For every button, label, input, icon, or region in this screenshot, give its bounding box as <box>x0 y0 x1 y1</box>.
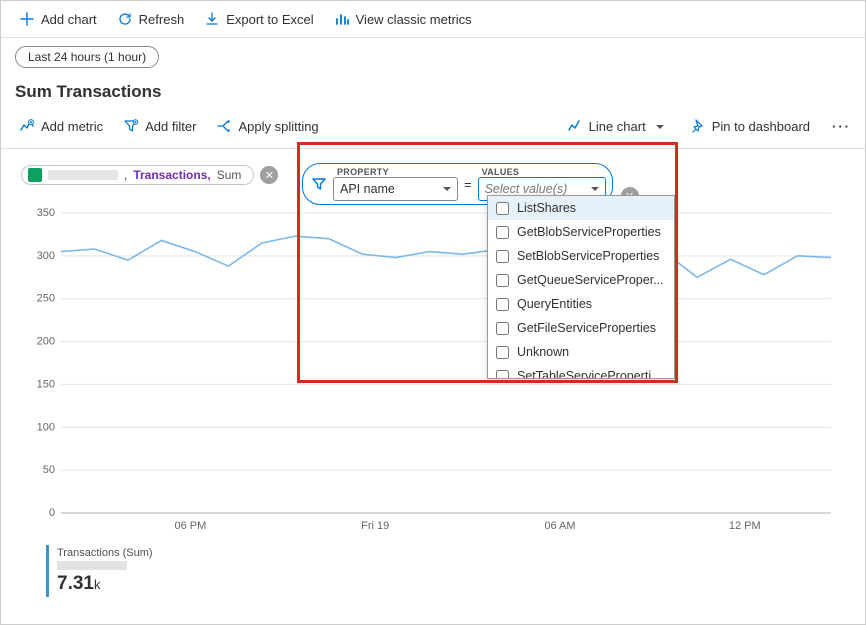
refresh-icon <box>117 11 133 27</box>
svg-text:200: 200 <box>37 336 55 348</box>
checkbox[interactable] <box>496 298 509 311</box>
chart-region: , Transactions, Sum ✕ 0 50 100 150 200 250 300… <box>1 149 865 607</box>
values-option[interactable]: SetBlobServiceProperties <box>488 244 674 268</box>
svg-text:350: 350 <box>37 207 55 219</box>
resource-icon <box>28 168 42 182</box>
page-title: Sum Transactions <box>1 76 865 110</box>
svg-text:12 PM: 12 PM <box>729 520 761 532</box>
apply-splitting-button[interactable]: Apply splitting <box>208 114 326 138</box>
funnel-icon <box>311 176 327 192</box>
values-option-label: QueryEntities <box>517 297 592 311</box>
time-range-row: Last 24 hours (1 hour) <box>1 38 865 76</box>
checkbox[interactable] <box>496 370 509 380</box>
checkbox[interactable] <box>496 274 509 287</box>
operator-label: = <box>464 177 472 192</box>
values-option-label: Unknown <box>517 345 569 359</box>
checkbox[interactable] <box>496 346 509 359</box>
time-range-pill[interactable]: Last 24 hours (1 hour) <box>15 46 159 68</box>
pin-label: Pin to dashboard <box>712 119 810 134</box>
chart-type-dropdown[interactable]: Line chart <box>559 114 672 138</box>
chevron-down-icon <box>656 119 664 134</box>
apply-splitting-label: Apply splitting <box>238 119 318 134</box>
property-label: PROPERTY <box>337 167 458 177</box>
chart-type-label: Line chart <box>589 119 646 134</box>
filter-plus-icon <box>123 118 139 134</box>
svg-text:100: 100 <box>37 421 55 433</box>
checkbox[interactable] <box>496 322 509 335</box>
values-option[interactable]: GetFileServiceProperties <box>488 316 674 340</box>
add-filter-button[interactable]: Add filter <box>115 114 204 138</box>
metric-aggregation: Sum <box>217 168 242 182</box>
values-option-label: GetBlobServiceProperties <box>517 225 661 239</box>
export-label: Export to Excel <box>226 12 313 27</box>
refresh-label: Refresh <box>139 12 185 27</box>
redacted-resource-name <box>48 170 118 180</box>
metric-name: Transactions, <box>133 168 210 182</box>
checkbox[interactable] <box>496 226 509 239</box>
pin-icon <box>690 118 706 134</box>
metric-chip[interactable]: , Transactions, Sum <box>21 165 254 185</box>
add-metric-label: Add metric <box>41 119 103 134</box>
values-label: VALUES <box>482 167 606 177</box>
svg-text:06 AM: 06 AM <box>544 520 575 532</box>
values-option-label: SetBlobServiceProperties <box>517 249 659 263</box>
plus-icon <box>19 11 35 27</box>
checkbox[interactable] <box>496 250 509 263</box>
add-chart-label: Add chart <box>41 12 97 27</box>
svg-text:06 PM: 06 PM <box>174 520 206 532</box>
top-toolbar: Add chart Refresh Export to Excel View c… <box>1 1 865 38</box>
redacted-summary-detail <box>57 561 127 570</box>
refresh-button[interactable]: Refresh <box>109 7 193 31</box>
summary-card: Transactions (Sum) 7.31k <box>46 545 845 597</box>
chart-plot[interactable]: 0 50 100 150 200 250 300 350 06 PM Fri 19 06 AM 12 … <box>21 205 841 535</box>
add-filter-label: Add filter <box>145 119 196 134</box>
add-metric-icon <box>19 118 35 134</box>
svg-text:50: 50 <box>43 464 55 476</box>
export-button[interactable]: Export to Excel <box>196 7 321 31</box>
checkbox[interactable] <box>496 202 509 215</box>
summary-label: Transactions (Sum) <box>57 547 837 559</box>
summary-unit: k <box>94 577 101 592</box>
values-option-label: ListShares <box>517 201 576 215</box>
classic-metrics-button[interactable]: View classic metrics <box>326 7 480 31</box>
svg-text:0: 0 <box>49 507 55 519</box>
values-placeholder: Select value(s) <box>485 182 568 196</box>
values-option-label: GetFileServiceProperties <box>517 321 656 335</box>
time-range-label: Last 24 hours (1 hour) <box>28 50 146 64</box>
more-menu-button[interactable]: ··· <box>828 119 855 134</box>
svg-text:300: 300 <box>37 250 55 262</box>
classic-label: View classic metrics <box>356 12 472 27</box>
values-option-label: GetQueueServiceProper... <box>517 273 664 287</box>
sub-toolbar: Add metric Add filter Apply splitting Li… <box>1 110 865 149</box>
svg-text:250: 250 <box>37 293 55 305</box>
chevron-down-icon <box>591 182 599 196</box>
property-select[interactable]: API name <box>333 177 458 201</box>
values-option[interactable]: GetQueueServiceProper... <box>488 268 674 292</box>
values-option[interactable]: GetBlobServiceProperties <box>488 220 674 244</box>
values-option[interactable]: Unknown <box>488 340 674 364</box>
values-option[interactable]: SetTableServiceProperti... <box>488 364 674 379</box>
summary-value: 7.31 <box>57 573 94 594</box>
property-value: API name <box>340 182 395 196</box>
pin-button[interactable]: Pin to dashboard <box>682 114 818 138</box>
values-option[interactable]: ListShares <box>488 196 674 220</box>
add-chart-button[interactable]: Add chart <box>11 7 105 31</box>
remove-metric-button[interactable]: ✕ <box>260 166 278 184</box>
download-icon <box>204 11 220 27</box>
barchart-icon <box>334 11 350 27</box>
svg-text:Fri 19: Fri 19 <box>361 520 389 532</box>
add-metric-button[interactable]: Add metric <box>11 114 111 138</box>
svg-text:150: 150 <box>37 378 55 390</box>
linechart-icon <box>567 118 583 134</box>
values-dropdown[interactable]: ListShares GetBlobServiceProperties SetBlo… <box>487 195 675 379</box>
split-icon <box>216 118 232 134</box>
chevron-down-icon <box>443 182 451 196</box>
values-option-label: SetTableServiceProperti... <box>517 369 662 379</box>
values-option[interactable]: QueryEntities <box>488 292 674 316</box>
